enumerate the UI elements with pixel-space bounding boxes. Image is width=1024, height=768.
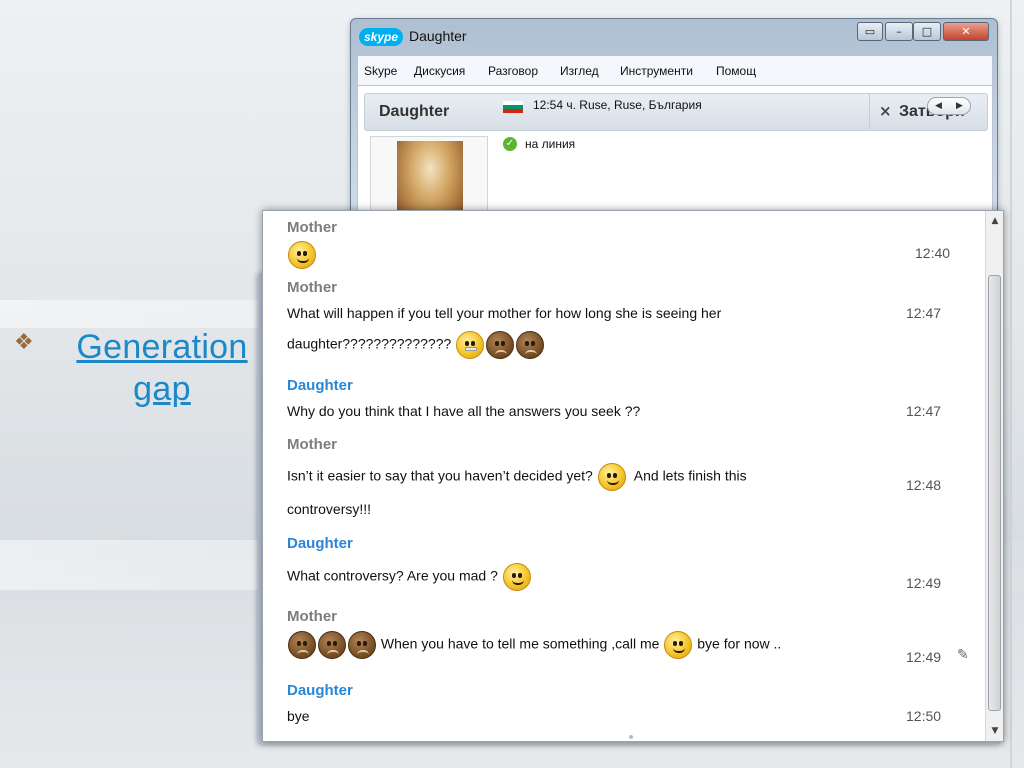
link-line-2: gap xyxy=(133,370,191,408)
skype-logo: skype xyxy=(359,28,403,46)
smile-emoticon-icon xyxy=(664,631,693,659)
angry-emoticon-icon xyxy=(516,331,545,359)
message-time: 12:47 xyxy=(906,305,942,321)
generation-gap-link[interactable]: Generation gap xyxy=(54,326,270,410)
sealed-lips-emoticon-icon xyxy=(456,331,485,359)
menu-view[interactable]: Изглед xyxy=(560,64,599,78)
menu-call[interactable]: Разговор xyxy=(488,64,538,78)
avatar[interactable] xyxy=(370,136,488,221)
resize-dot xyxy=(629,735,633,739)
slide-edge-rule xyxy=(1010,0,1012,768)
message-time: 12:48 xyxy=(906,477,942,493)
menu-conversation[interactable]: Дискусия xyxy=(414,64,465,78)
minimize-button[interactable]: – xyxy=(885,22,913,41)
bulgaria-flag-icon xyxy=(503,101,523,113)
online-status-icon: ✓ xyxy=(503,137,517,151)
angry-emoticon-icon xyxy=(288,631,316,659)
message-text: What controversy? Are you mad ? xyxy=(287,563,532,591)
message-sender: Daughter xyxy=(287,535,353,552)
scroll-down-icon[interactable]: ▼ xyxy=(986,721,1004,741)
contact-location: 12:54 ч. Ruse, Ruse, България xyxy=(533,98,702,112)
message-text: When you have to tell me something ,call… xyxy=(287,631,781,659)
message-text: controversy!!! xyxy=(287,501,372,517)
message-time: 12:49 xyxy=(906,575,942,591)
online-status-text: на линия xyxy=(525,137,576,151)
diamond-bullet-icon: ❖ xyxy=(14,330,34,355)
message-text: What will happen if you tell your mother… xyxy=(287,305,722,321)
angry-emoticon-icon xyxy=(318,631,346,659)
menu-tools[interactable]: Инструменти xyxy=(620,64,693,78)
message-time: 12:47 xyxy=(906,403,942,419)
angry-emoticon-icon xyxy=(348,631,376,659)
message-time: 12:50 xyxy=(906,708,942,724)
smile-emoticon-icon xyxy=(597,463,626,491)
edited-pencil-icon: ✎ xyxy=(957,647,969,663)
chat-scrollbar[interactable]: ▲ ▼ xyxy=(985,211,1003,741)
scroll-thumb[interactable] xyxy=(988,275,1001,711)
message-text: Isn’t it easier to say that you haven’t … xyxy=(287,463,747,491)
message-text: Why do you think that I have all the ans… xyxy=(287,403,641,419)
skype-window: skype Daughter ▭ – □ ✕ Skype Дискусия Ра… xyxy=(350,18,998,221)
message-sender: Daughter xyxy=(287,377,353,394)
angry-emoticon-icon xyxy=(486,331,515,359)
maximize-button[interactable]: □ xyxy=(913,22,941,41)
arrow-left-icon[interactable]: ◀ xyxy=(928,98,949,114)
smile-emoticon-icon xyxy=(288,241,316,269)
chat-transcript[interactable]: Mother 12:40 Mother What will happen if … xyxy=(262,210,1004,742)
message-sender: Mother xyxy=(287,436,337,453)
menu-help[interactable]: Помощ xyxy=(716,64,756,78)
message-time: 12:49 xyxy=(906,649,942,665)
link-line-1: Generation xyxy=(76,328,248,366)
window-title: Daughter xyxy=(409,28,467,44)
message-text: bye xyxy=(287,708,310,724)
message-text: daughter?????????????? xyxy=(287,331,545,359)
title-bar[interactable]: skype Daughter ▭ – □ ✕ xyxy=(351,19,997,53)
message-sender: Mother xyxy=(287,219,337,236)
compact-view-button[interactable]: ▭ xyxy=(857,22,883,41)
smile-emoticon-icon xyxy=(502,563,531,591)
close-icon[interactable]: × xyxy=(879,102,892,120)
message-sender: Mother xyxy=(287,279,337,296)
contact-name: Daughter xyxy=(379,103,450,120)
message-text xyxy=(287,241,317,269)
close-window-button[interactable]: ✕ xyxy=(943,22,989,41)
message-sender: Mother xyxy=(287,608,337,625)
header-divider xyxy=(869,94,870,130)
message-sender: Daughter xyxy=(287,682,353,699)
arrow-right-icon[interactable]: ▶ xyxy=(949,98,970,114)
info-nav-arrows[interactable]: ◀ ▶ xyxy=(927,97,971,115)
menu-bar: Skype Дискусия Разговор Изглед Инструмен… xyxy=(357,55,993,85)
dog-photo xyxy=(397,141,463,221)
message-time: 12:40 xyxy=(915,245,951,261)
scroll-up-icon[interactable]: ▲ xyxy=(986,211,1004,231)
menu-skype[interactable]: Skype xyxy=(364,64,397,78)
